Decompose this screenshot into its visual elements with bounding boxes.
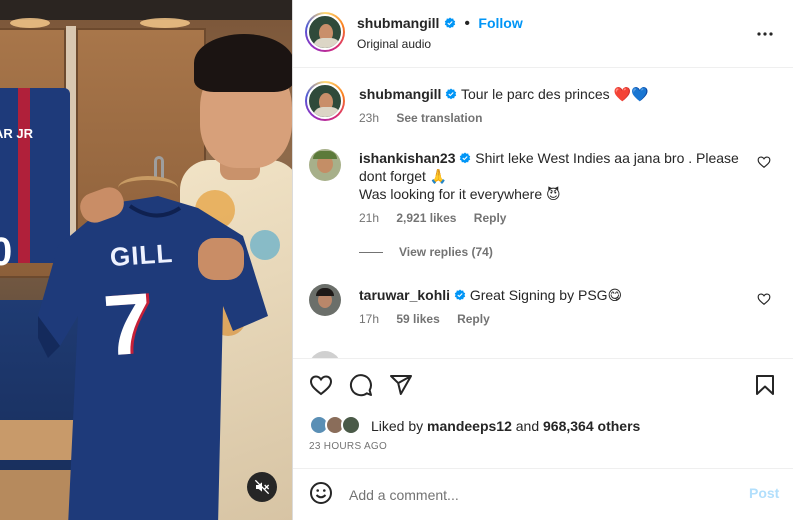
heart-icon[interactable] <box>757 292 771 306</box>
caption-meta: 23h See translation <box>359 109 648 127</box>
caption-emoji: ❤️💙 <box>613 86 649 102</box>
author-avatar[interactable] <box>305 12 345 52</box>
follow-button[interactable]: Follow <box>478 15 522 31</box>
commenter-avatar[interactable] <box>309 351 341 358</box>
liked-by-user[interactable]: mandeeps12 <box>427 418 512 434</box>
comment-input[interactable] <box>349 485 729 505</box>
ceiling-light <box>10 18 50 28</box>
commenter-username[interactable]: taruwar_kohli <box>359 287 450 303</box>
comment-composer: Post <box>293 468 793 520</box>
view-replies-link[interactable]: View replies (74) <box>359 245 493 259</box>
emoji-icon[interactable] <box>309 481 333 505</box>
commenter-avatar[interactable] <box>309 284 341 316</box>
caption-time[interactable]: 23h <box>359 111 379 125</box>
likes-summary[interactable]: Liked by mandeeps12 and 968,364 others <box>309 415 640 437</box>
comment-text-line2: dont forget 🙏 <box>359 168 448 184</box>
jersey-stripe <box>18 88 30 263</box>
comment-text-line3: Was looking for it everywhere 😈 <box>359 186 561 202</box>
caption-text: Tour le parc des princes <box>460 86 610 102</box>
header-text: shubmangill • Follow Original audio <box>357 15 523 51</box>
caption-avatar[interactable] <box>305 81 345 121</box>
jersey-name: GILL <box>108 237 175 273</box>
post-actions: Liked by mandeeps12 and 968,364 others 2… <box>293 358 793 468</box>
verified-icon <box>446 88 457 100</box>
share-icon[interactable] <box>389 373 413 397</box>
heart-icon[interactable] <box>757 155 771 169</box>
heart-icon[interactable] <box>309 373 333 397</box>
author-username[interactable]: shubmangill <box>357 15 439 31</box>
comments-list[interactable]: shubmangill Tour le parc des princes ❤️💙… <box>293 69 793 358</box>
comment-item: taruwar_kohli Great Signing by PSG😋 17h … <box>309 284 779 344</box>
mute-icon <box>254 479 270 495</box>
liked-by-and: and <box>515 418 540 434</box>
commenter-username[interactable]: ishankishan23 <box>359 150 456 166</box>
comment-time[interactable]: 17h <box>359 312 379 326</box>
audio-label[interactable]: Original audio <box>357 37 523 51</box>
comment-meta: 21h 2,921 likes Reply <box>359 209 739 227</box>
liker-avatar <box>341 415 361 435</box>
reply-button[interactable]: Reply <box>457 312 490 326</box>
caption-text-block: shubmangill Tour le parc des princes ❤️💙… <box>359 85 648 127</box>
verified-icon <box>460 152 471 164</box>
comment-likes[interactable]: 2,921 likes <box>396 211 456 225</box>
comment-icon[interactable] <box>349 373 373 397</box>
ceiling-light <box>140 18 190 28</box>
see-translation-link[interactable]: See translation <box>396 111 482 125</box>
comment-text-block: taruwar_kohli Great Signing by PSG😋 17h … <box>359 286 739 328</box>
liked-by-others[interactable]: 968,364 others <box>543 418 640 434</box>
left-jersey-text: AR JR <box>0 126 34 141</box>
commenter-avatar[interactable] <box>309 149 341 181</box>
comment-text: Great Signing by PSG😋 <box>469 287 623 303</box>
comment-text-block: ishankishan23 Shirt leke West Indies aa … <box>359 149 739 227</box>
person-hair <box>194 34 292 92</box>
separator-dot: • <box>464 15 470 32</box>
jersey-number: 7 <box>100 275 156 375</box>
mute-button[interactable] <box>247 472 277 502</box>
verified-icon <box>454 289 466 301</box>
post-header: shubmangill • Follow Original audio <box>293 0 793 68</box>
caption-username[interactable]: shubmangill <box>359 86 441 102</box>
caption: shubmangill Tour le parc des princes ❤️💙… <box>305 81 779 131</box>
comment-text-line1: Shirt leke West Indies aa jana bro . Ple… <box>475 150 739 166</box>
comment-likes[interactable]: 59 likes <box>396 312 439 326</box>
bookmark-icon[interactable] <box>753 373 777 397</box>
post-timestamp[interactable]: 23 HOURS AGO <box>309 441 387 452</box>
ceiling <box>0 0 292 20</box>
replies-divider <box>359 252 383 254</box>
post-button[interactable]: Post <box>749 485 779 501</box>
left-jersey-number: 0 <box>0 230 13 274</box>
view-replies-label: View replies (74) <box>399 245 493 259</box>
liked-by-prefix: Liked by <box>371 418 424 434</box>
hand <box>198 238 244 280</box>
post-panel: shubmangill • Follow Original audio shub… <box>292 0 793 520</box>
reply-button[interactable]: Reply <box>474 211 507 225</box>
comment-meta: 17h 59 likes Reply <box>359 310 739 328</box>
verified-icon <box>444 17 456 29</box>
comment-item: ishankishan23 Shirt leke West Indies aa … <box>309 149 779 269</box>
comment-time[interactable]: 21h <box>359 211 379 225</box>
post-media[interactable]: AR JR 0 GILL 7 <box>0 0 292 520</box>
hanger-hook <box>154 156 164 178</box>
liker-avatars[interactable] <box>309 415 367 437</box>
more-icon[interactable] <box>753 22 777 46</box>
